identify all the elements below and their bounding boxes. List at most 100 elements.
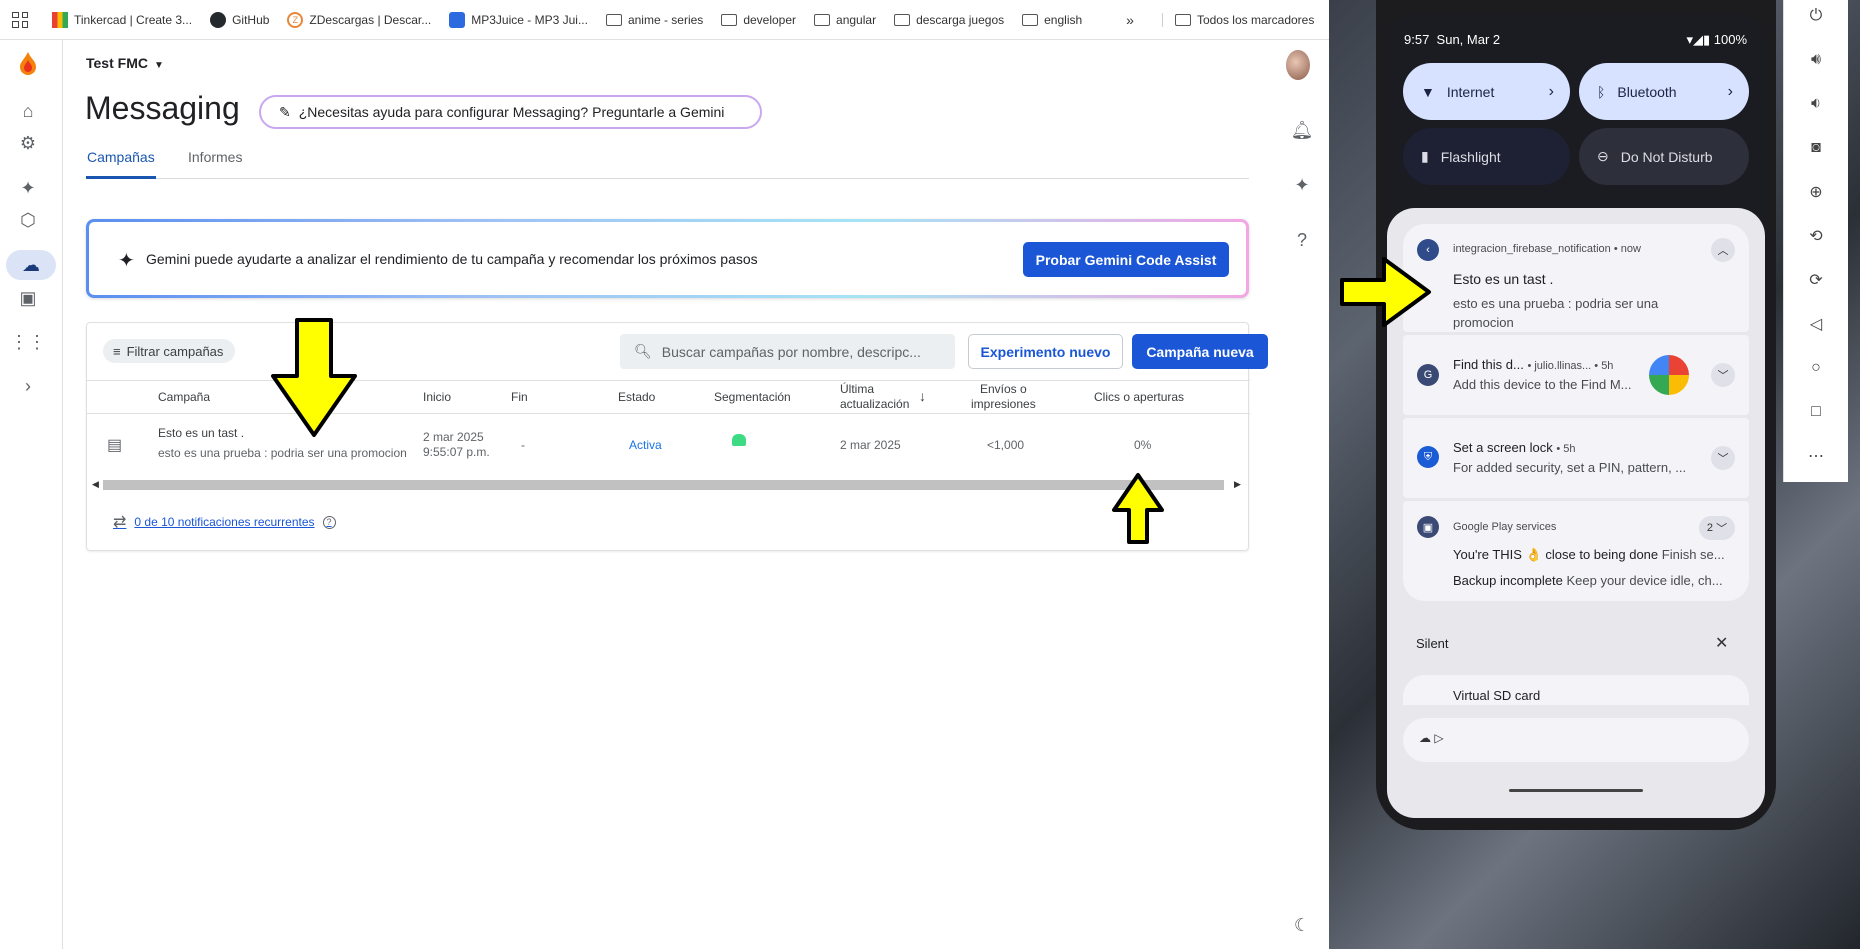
- bookmark-all-folder[interactable]: Todos los marcadores: [1161, 12, 1314, 27]
- settings-gear-icon[interactable]: ⚙: [16, 131, 40, 155]
- overview-square-icon[interactable]: □: [1804, 400, 1828, 424]
- bookmark-folder-juegos[interactable]: descarga juegos: [894, 13, 1004, 27]
- sort-down-arrow-icon[interactable]: ↓: [919, 389, 926, 404]
- col-last-update-line2: actualización: [840, 397, 910, 411]
- bookmark-folder-english[interactable]: english: [1022, 13, 1082, 27]
- table-row[interactable]: ▤ Esto es un tast . esto es una prueba :…: [87, 414, 1250, 478]
- dark-mode-moon-icon[interactable]: ☾: [1290, 913, 1314, 937]
- expand-rail-chevron-icon[interactable]: ›: [16, 374, 40, 398]
- rotate-left-icon[interactable]: ⟲: [1804, 224, 1828, 248]
- play-services-icon: ▣: [1417, 516, 1439, 538]
- search-input[interactable]: 🔍︎ Buscar campañas por nombre, descripc.…: [620, 334, 955, 369]
- notif-app-name: integracion_firebase_notification: [1453, 243, 1611, 255]
- bookmark-tinkercad[interactable]: Tinkercad | Create 3...: [52, 11, 192, 28]
- end-value: -: [521, 438, 525, 452]
- notification-firebase[interactable]: ‹ integracion_firebase_notification • no…: [1403, 224, 1749, 332]
- home-icon[interactable]: ⌂: [16, 99, 40, 123]
- scroll-right-arrow-icon[interactable]: ▶: [1234, 479, 1241, 490]
- bookmark-mp3juice[interactable]: MP3Juice - MP3 Jui...: [449, 11, 588, 28]
- folder-icon: [605, 13, 622, 26]
- expand-chevron-down-icon[interactable]: ﹀: [1711, 363, 1735, 387]
- gemini-help-button[interactable]: ✎ ¿Necesitas ayuda para configurar Messa…: [259, 95, 762, 129]
- collapse-chevron-up-icon[interactable]: ︿: [1711, 238, 1735, 262]
- zoom-icon[interactable]: ⊕: [1804, 180, 1828, 204]
- storage-image-icon[interactable]: ▣: [16, 286, 40, 310]
- power-icon[interactable]: ⏻: [1804, 4, 1828, 28]
- more-options-icon[interactable]: ⋯: [1804, 444, 1828, 468]
- recurring-notifications-link[interactable]: ⇄ 0 de 10 notificaciones recurrentes ?: [113, 512, 336, 532]
- notification-virtual-sd[interactable]: Virtual SD card: [1403, 675, 1749, 705]
- project-selector[interactable]: Test FMC ▼: [86, 55, 164, 71]
- try-gemini-code-assist-button[interactable]: Probar Gemini Code Assist: [1023, 242, 1229, 277]
- new-campaign-button[interactable]: Campaña nueva: [1132, 334, 1268, 369]
- chevron-right-icon: ›: [1548, 82, 1554, 100]
- bookmark-folder-anime[interactable]: anime - series: [605, 13, 703, 27]
- status-icons: ▾◢▮ 100%: [1686, 32, 1747, 48]
- scrollbar-thumb[interactable]: [103, 480, 1224, 490]
- notif-account: julio.llinas...: [1534, 360, 1592, 372]
- expand-chevron-down-icon[interactable]: ﹀: [1711, 446, 1735, 470]
- avatar[interactable]: [1286, 50, 1310, 80]
- gemini-help-label: ¿Necesitas ayuda para configurar Messagi…: [298, 104, 725, 120]
- col-start[interactable]: Inicio: [423, 390, 451, 405]
- apps-grid-icon[interactable]: [12, 11, 28, 28]
- bookmark-label: english: [1044, 12, 1083, 27]
- zdescargas-icon: Z: [287, 11, 304, 28]
- help-circle-icon[interactable]: ?: [322, 515, 336, 529]
- volume-up-icon[interactable]: 🔊︎: [1804, 48, 1828, 72]
- bookmark-zdescargas[interactable]: Z ZDescargas | Descar...: [287, 11, 431, 28]
- col-campaign[interactable]: Campaña: [158, 390, 210, 405]
- camera-icon[interactable]: ◙: [1804, 136, 1828, 160]
- more-bookmarks-button[interactable]: »: [1126, 12, 1134, 28]
- help-icon[interactable]: ?: [1290, 228, 1314, 252]
- new-experiment-button[interactable]: Experimento nuevo: [968, 334, 1123, 369]
- bookmark-github[interactable]: GitHub: [210, 11, 269, 28]
- notif-title: Esto es un tast .: [1453, 271, 1554, 287]
- messaging-cloud-icon[interactable]: ☁: [6, 250, 56, 280]
- col-end[interactable]: Fin: [511, 390, 528, 405]
- right-rail: 🔔︎ ✦ ? ☾: [1275, 40, 1329, 949]
- rotate-right-icon[interactable]: ⟳: [1804, 268, 1828, 292]
- horizontal-scrollbar[interactable]: ◀ ▶: [87, 477, 1250, 491]
- tile-do-not-disturb[interactable]: ⊖ Do Not Disturb: [1579, 128, 1749, 185]
- clear-silent-close-icon[interactable]: ✕: [1715, 633, 1728, 653]
- project-name: Test FMC: [86, 55, 148, 71]
- tile-bluetooth[interactable]: ᛒ Bluetooth ›: [1579, 63, 1749, 120]
- sends-value: <1,000: [987, 438, 1025, 452]
- col-last-update[interactable]: Última actualización: [840, 382, 909, 412]
- col-segment[interactable]: Segmentación: [714, 390, 791, 405]
- filter-campaigns-chip[interactable]: ≡ Filtrar campañas: [103, 339, 236, 363]
- home-circle-icon[interactable]: ○: [1804, 356, 1828, 380]
- scroll-left-arrow-icon[interactable]: ◀: [92, 479, 99, 490]
- volume-down-icon[interactable]: 🔉︎: [1804, 92, 1828, 116]
- notification-find-device[interactable]: G Find this d... • julio.llinas... • 5h …: [1403, 335, 1749, 415]
- notifications-bell-icon[interactable]: 🔔︎: [1290, 118, 1314, 142]
- group-count-chevron-icon[interactable]: 2 ﹀: [1699, 516, 1735, 540]
- notif-line1: You're THIS 👌 close to being done Finish…: [1453, 547, 1725, 563]
- tab-reports[interactable]: Informes: [188, 149, 242, 165]
- col-sends[interactable]: Envíos o impresiones: [971, 382, 1036, 412]
- notification-screen-lock[interactable]: ⛨ Set a screen lock • 5h For added secur…: [1403, 418, 1749, 498]
- gemini-sparkle-icon[interactable]: ✦: [1290, 173, 1314, 197]
- bookmark-folder-angular[interactable]: angular: [814, 13, 876, 27]
- bookmark-folder-developer[interactable]: developer: [721, 13, 796, 27]
- firebase-logo-icon[interactable]: [16, 51, 40, 75]
- tile-label: Bluetooth: [1617, 83, 1677, 100]
- build-hex-icon[interactable]: ⬡: [16, 208, 40, 232]
- all-products-grid-icon[interactable]: ⋮⋮: [10, 330, 46, 354]
- notification-play-services[interactable]: ▣ Google Play services 2 ﹀ You're THIS 👌…: [1403, 501, 1749, 601]
- notif-header: Set a screen lock • 5h: [1453, 440, 1576, 455]
- active-tab-underline: [86, 176, 156, 179]
- gemini-sparkle-icon[interactable]: ✦: [16, 176, 40, 200]
- campaign-body: esto es una prueba : podria ser una prom…: [158, 446, 407, 460]
- col-status[interactable]: Estado: [618, 390, 655, 405]
- tile-internet[interactable]: ▼ Internet ›: [1403, 63, 1570, 120]
- col-sends-line1: Envíos o: [980, 382, 1027, 396]
- notif-line2: Backup incomplete Keep your device idle,…: [1453, 573, 1723, 588]
- back-triangle-icon[interactable]: ◁: [1804, 312, 1828, 336]
- tile-flashlight[interactable]: ▮ Flashlight: [1403, 128, 1570, 185]
- tab-campaigns[interactable]: Campañas: [87, 149, 155, 165]
- col-clicks[interactable]: Clics o aperturas: [1094, 390, 1184, 405]
- notif-title: Virtual SD card: [1453, 688, 1541, 703]
- collapsed-icons-bar[interactable]: ☁ ▷: [1403, 718, 1749, 762]
